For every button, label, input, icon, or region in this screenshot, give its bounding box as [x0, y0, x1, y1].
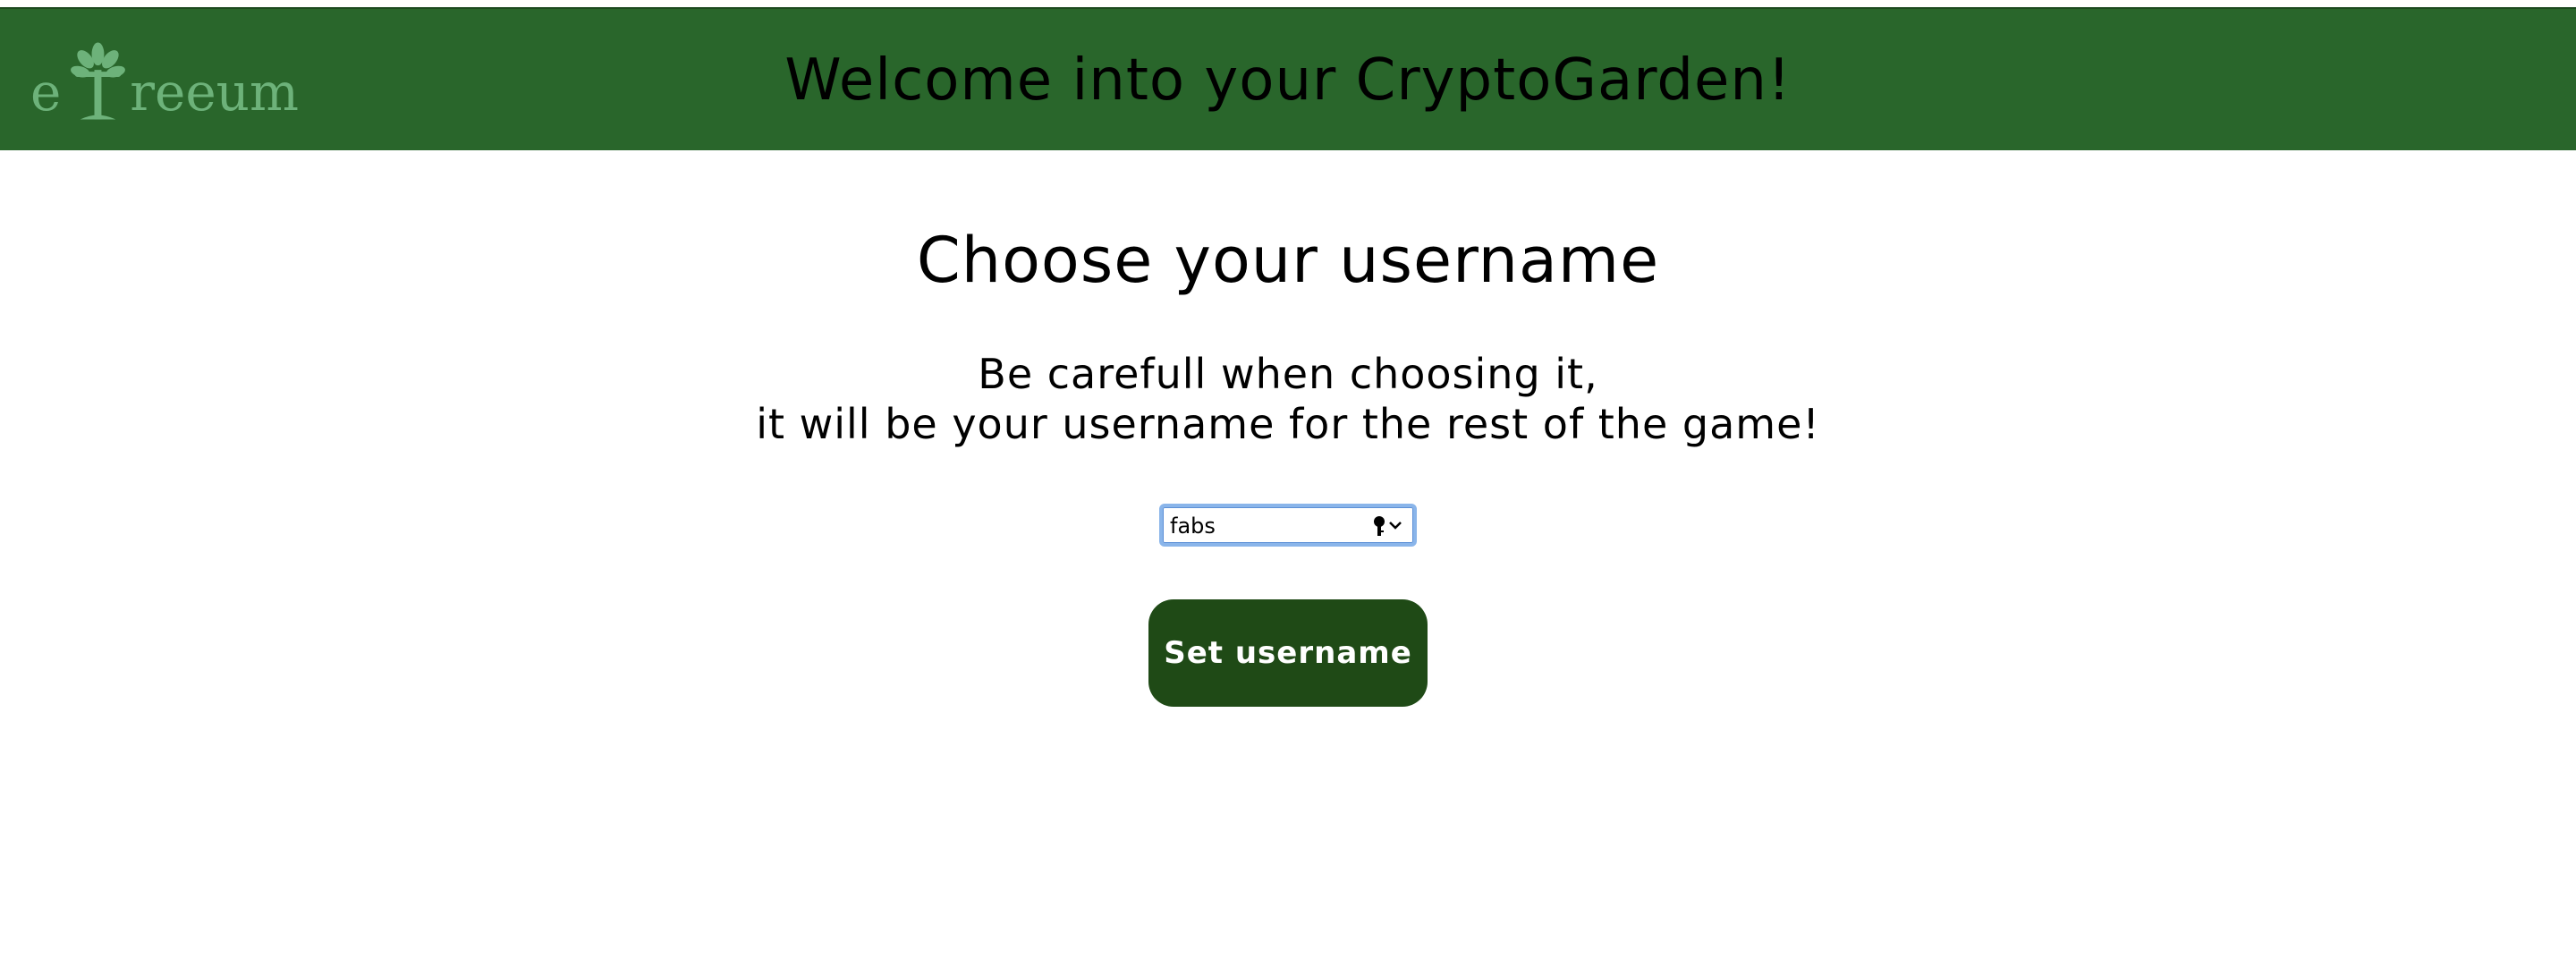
username-input[interactable]: [1170, 513, 1367, 539]
password-manager-button[interactable]: [1370, 514, 1406, 538]
header-bar: e reeum Welcome into your CryptoGarden!: [0, 7, 2576, 150]
username-field[interactable]: [1159, 504, 1417, 547]
header-title: Welcome into your CryptoGarden!: [784, 47, 1792, 114]
warning-line-1: Be carefull when choosing it,: [978, 350, 1598, 398]
set-username-button[interactable]: Set username: [1148, 599, 1428, 707]
page: e reeum Welcome into your CryptoGarden! …: [0, 0, 2576, 959]
chevron-down-icon: [1389, 522, 1402, 530]
warning-line-2: it will be your username for the rest of…: [756, 400, 1820, 448]
top-strip: [0, 0, 2576, 7]
username-warning: Be carefull when choosing it, it will be…: [0, 349, 2576, 449]
page-heading: Choose your username: [916, 224, 1660, 297]
key-icon: [1374, 516, 1402, 536]
